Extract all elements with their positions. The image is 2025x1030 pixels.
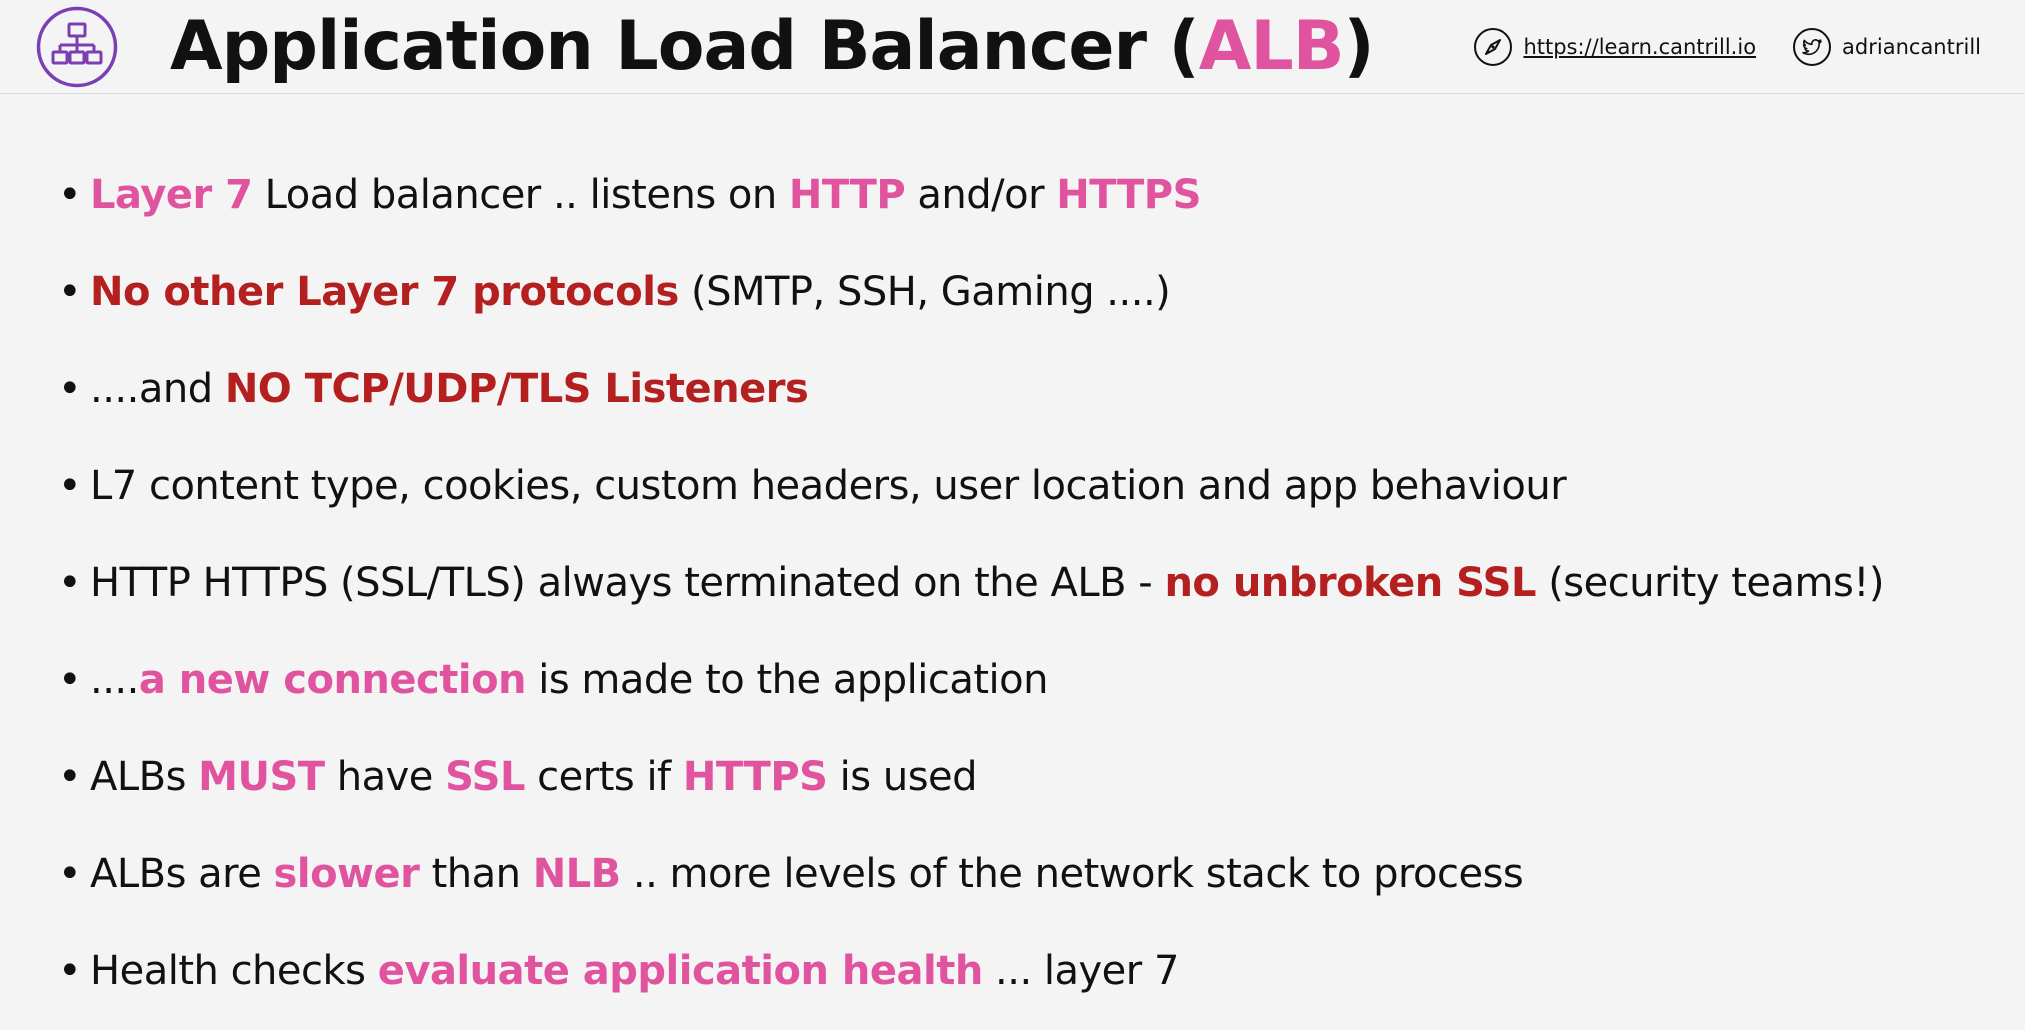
bullet-text-segment: Health checks bbox=[90, 948, 378, 994]
bullet-dot: • bbox=[58, 948, 82, 994]
bullet-highlight: no unbroken SSL bbox=[1164, 560, 1536, 606]
page-title: Application Load Balancer (ALB) bbox=[170, 2, 1375, 92]
bullet-highlight: NO TCP/UDP/TLS Listeners bbox=[224, 366, 809, 412]
bullet-text-segment: HTTP HTTPS (SSL/TLS) always terminated o… bbox=[90, 560, 1165, 606]
bullet-dot: • bbox=[58, 463, 82, 509]
bullet-item: • ALBs MUST have SSL certs if HTTPS is us… bbox=[58, 733, 1884, 830]
slide-header: Application Load Balancer (ALB) https://… bbox=[0, 0, 2025, 94]
title-suffix: ) bbox=[1343, 7, 1375, 86]
bullet-item: • HTTP HTTPS (SSL/TLS) always terminated … bbox=[58, 539, 1884, 636]
bullet-text-segment: ... layer 7 bbox=[982, 948, 1179, 994]
bullet-highlight: a new connection bbox=[138, 657, 527, 703]
bullet-dot: • bbox=[58, 851, 82, 897]
bullet-highlight: evaluate application health bbox=[377, 948, 984, 994]
site-link-item[interactable]: https://learn.cantrill.io bbox=[1473, 27, 1756, 67]
bullet-item: • Layer 7 Load balancer .. listens on HTT… bbox=[58, 151, 1884, 248]
bullet-highlight: MUST bbox=[198, 754, 325, 800]
bullet-dot: • bbox=[58, 657, 82, 703]
bullet-text-segment: .... bbox=[90, 657, 139, 703]
bullet-text: No other Layer 7 protocols (SMTP, SSH, G… bbox=[90, 248, 1171, 345]
bullet-text-segment: have bbox=[324, 754, 446, 800]
twitter-handle[interactable]: adriancantrill bbox=[1842, 35, 1981, 59]
bullet-text: ....and NO TCP/UDP/TLS Listeners bbox=[90, 345, 809, 442]
bullet-text: Health checks evaluate application healt… bbox=[90, 927, 1179, 1024]
bullet-highlight: slower bbox=[273, 851, 420, 897]
bullet-text-segment: L7 content type, cookies, custom headers… bbox=[90, 463, 1567, 509]
bullet-dot: • bbox=[58, 269, 82, 315]
bullet-text-segment: ALBs are bbox=[90, 851, 274, 897]
bullet-text: Layer 7 Load balancer .. listens on HTTP… bbox=[90, 151, 1201, 248]
bullet-text: ....a new connection is made to the appl… bbox=[90, 636, 1048, 733]
bullet-highlight: Layer 7 bbox=[90, 172, 253, 218]
bullet-highlight: HTTPS bbox=[682, 754, 828, 800]
bullet-dot: • bbox=[58, 560, 82, 606]
load-balancer-icon bbox=[36, 6, 118, 88]
bullet-text-segment: is made to the application bbox=[526, 657, 1048, 703]
twitter-link-item[interactable]: adriancantrill bbox=[1792, 27, 1981, 67]
bullet-text: ALBs are slower than NLB .. more levels … bbox=[90, 830, 1524, 927]
bullet-item: • ....and NO TCP/UDP/TLS Listeners bbox=[58, 345, 1884, 442]
bullet-item: • Health checks evaluate application heal… bbox=[58, 927, 1884, 1024]
bullet-item: • ALBs are slower than NLB .. more levels… bbox=[58, 830, 1884, 927]
bullet-highlight: No other Layer 7 protocols bbox=[90, 269, 679, 315]
bullet-highlight: HTTP bbox=[788, 172, 906, 218]
header-links: https://learn.cantrill.io adriancantrill bbox=[1437, 24, 1981, 70]
bullet-item: • No other Layer 7 protocols (SMTP, SSH, … bbox=[58, 248, 1884, 345]
bullet-text-segment: certs if bbox=[524, 754, 683, 800]
bullet-list: • Layer 7 Load balancer .. listens on HTT… bbox=[58, 151, 1884, 1024]
bullet-text-segment: Load balancer .. listens on bbox=[252, 172, 789, 218]
bullet-text-segment: ....and bbox=[90, 366, 225, 412]
bullet-item: • ....a new connection is made to the app… bbox=[58, 636, 1884, 733]
twitter-icon bbox=[1793, 28, 1832, 66]
bullet-text-segment: and/or bbox=[905, 172, 1057, 218]
bullet-dot: • bbox=[58, 172, 82, 218]
bullet-dot: • bbox=[58, 754, 82, 800]
bullet-text-segment: ALBs bbox=[90, 754, 199, 800]
bullet-highlight: NLB bbox=[532, 851, 621, 897]
title-prefix: Application Load Balancer ( bbox=[170, 7, 1200, 86]
bullet-highlight: HTTPS bbox=[1056, 172, 1201, 218]
compass-icon bbox=[1474, 28, 1513, 66]
title-accent: ALB bbox=[1198, 7, 1345, 86]
bullet-text: ALBs MUST have SSL certs if HTTPS is use… bbox=[90, 733, 978, 830]
site-link[interactable]: https://learn.cantrill.io bbox=[1523, 35, 1756, 59]
bullet-item: • L7 content type, cookies, custom header… bbox=[58, 442, 1884, 539]
bullet-text-segment: (security teams!) bbox=[1535, 560, 1884, 606]
bullet-text-segment: (SMTP, SSH, Gaming ....) bbox=[678, 269, 1171, 315]
bullet-text-segment: .. more levels of the network stack to p… bbox=[620, 851, 1524, 897]
bullet-text: HTTP HTTPS (SSL/TLS) always terminated o… bbox=[90, 539, 1884, 636]
bullet-text: L7 content type, cookies, custom headers… bbox=[90, 442, 1567, 539]
bullet-text-segment: is used bbox=[827, 754, 978, 800]
bullet-text-segment: than bbox=[419, 851, 533, 897]
bullet-dot: • bbox=[58, 366, 82, 412]
bullet-highlight: SSL bbox=[445, 754, 525, 800]
